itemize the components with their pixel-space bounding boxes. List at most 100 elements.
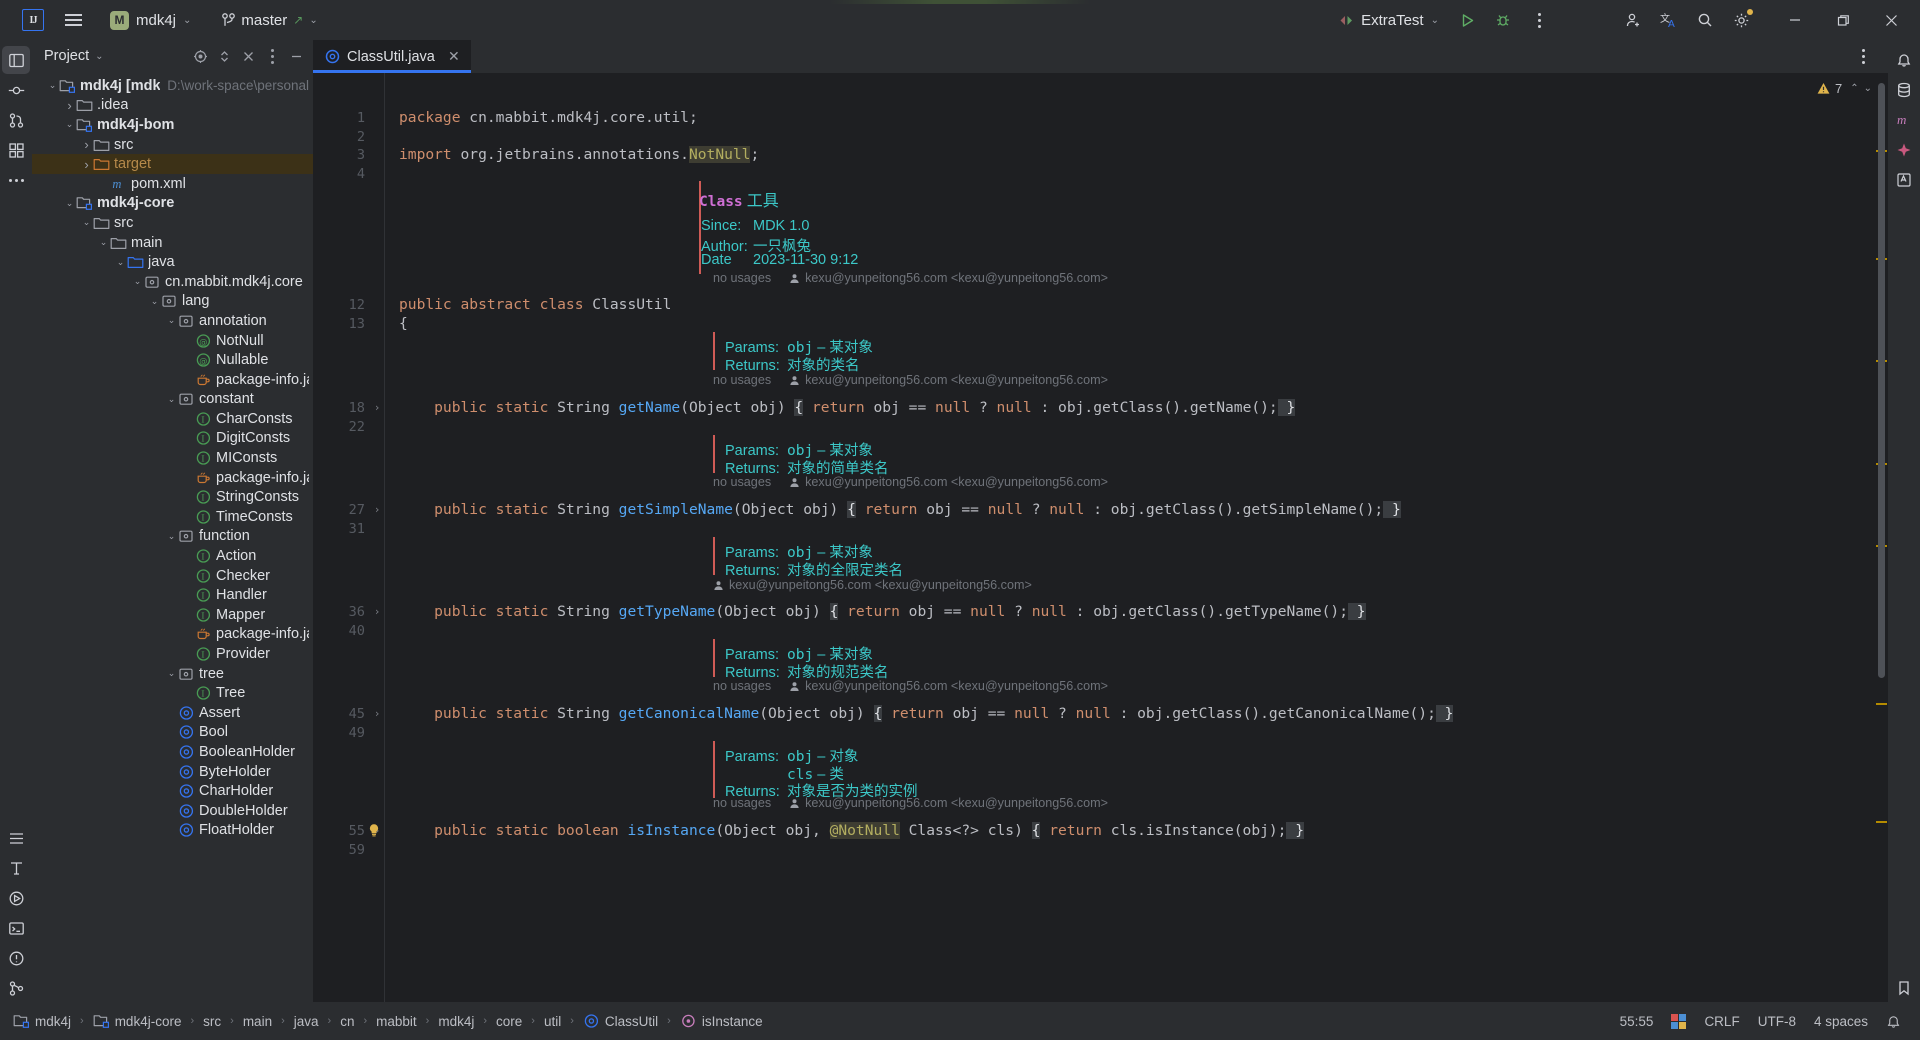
chevron-right-icon[interactable]: › bbox=[80, 138, 93, 151]
author-hint[interactable]: kexu@yunpeitong56.com <kexu@yunpeitong56… bbox=[805, 271, 1108, 285]
rail-problems-icon[interactable] bbox=[2, 944, 30, 972]
options-icon[interactable] bbox=[261, 45, 283, 67]
chevron-down-icon[interactable]: ⌄ bbox=[63, 198, 76, 209]
chevron-down-icon[interactable]: ⌄ bbox=[165, 394, 178, 405]
run-icon[interactable] bbox=[1450, 5, 1484, 35]
tree-item-charconsts[interactable]: I CharConsts bbox=[32, 409, 313, 429]
rail-pull-requests-icon[interactable] bbox=[2, 106, 30, 134]
tree-item-idea[interactable]: › .idea bbox=[32, 96, 313, 116]
line-separator[interactable]: CRLF bbox=[1695, 1009, 1748, 1034]
tree-item-pom-xml[interactable]: m pom.xml bbox=[32, 174, 313, 194]
tree-item-doubleholder[interactable]: DoubleHolder bbox=[32, 801, 313, 821]
code-line[interactable]: 4 bbox=[313, 164, 1888, 184]
settings-gear-icon[interactable] bbox=[1724, 5, 1758, 35]
inlay-hint[interactable]: no usages kexu@yunpeitong56.com <kexu@yun… bbox=[713, 271, 1108, 285]
tab-classutil-java[interactable]: ClassUtil.java ✕ bbox=[313, 40, 471, 73]
add-account-icon[interactable] bbox=[1616, 5, 1650, 35]
chevron-down-icon[interactable]: ⌄ bbox=[46, 80, 59, 91]
minimize-icon[interactable] bbox=[1772, 0, 1818, 40]
fold-chevron-icon[interactable]: › bbox=[371, 707, 383, 720]
code-line[interactable]: 2 bbox=[313, 127, 1888, 147]
editor-more-icon[interactable] bbox=[1846, 42, 1880, 72]
breadcrumb-item-cn[interactable]: cn bbox=[335, 1011, 359, 1032]
chevron-right-icon[interactable]: › bbox=[63, 99, 76, 112]
code-canvas[interactable]: 1 package cn.mabbit.mdk4j.core.util; 2 3 imp… bbox=[313, 73, 1888, 1002]
chevron-down-icon[interactable]: ⌄ bbox=[131, 276, 144, 287]
breadcrumb-item-mabbit[interactable]: mabbit bbox=[371, 1011, 422, 1032]
tree-item-assert[interactable]: Assert bbox=[32, 703, 313, 723]
tree-item-provider[interactable]: I Provider bbox=[32, 644, 313, 664]
rail-database-icon[interactable] bbox=[1890, 76, 1918, 104]
inspection-summary[interactable]: 7 ⌃ ⌄ bbox=[1817, 81, 1872, 96]
code-line[interactable]: 12 public abstract class ClassUtil bbox=[313, 295, 1888, 315]
tree-item-lang[interactable]: ⌄ lang bbox=[32, 292, 313, 312]
close-icon[interactable]: ✕ bbox=[446, 48, 462, 65]
code-line[interactable]: 27 › public static String getSimpleName(O… bbox=[313, 500, 1888, 520]
rail-structure-icon[interactable] bbox=[2, 136, 30, 164]
tree-item-handler[interactable]: I Handler bbox=[32, 585, 313, 605]
inspection-strip[interactable] bbox=[1874, 73, 1888, 1002]
author-hint[interactable]: kexu@yunpeitong56.com <kexu@yunpeitong56… bbox=[729, 578, 1032, 592]
code-line[interactable]: 36 › public static String getTypeName(Obj… bbox=[313, 602, 1888, 622]
rail-services-icon[interactable] bbox=[2, 884, 30, 912]
tree-item-digitconsts[interactable]: I DigitConsts bbox=[32, 429, 313, 449]
tree-item-package-info-java[interactable]: package-info.java bbox=[32, 468, 313, 488]
project-selector[interactable]: M mdk4j ⌄ bbox=[102, 8, 199, 33]
tree-item-notnull[interactable]: @ NotNull bbox=[32, 331, 313, 351]
tree-item-package-info-java[interactable]: package-info.java bbox=[32, 370, 313, 390]
indent-setting[interactable]: 4 spaces bbox=[1805, 1009, 1877, 1034]
tree-item-constant[interactable]: ⌄ constant bbox=[32, 390, 313, 410]
code-line[interactable]: 13 { bbox=[313, 314, 1888, 334]
rail-todo-icon[interactable] bbox=[2, 824, 30, 852]
usage-count-hint[interactable]: no usages bbox=[713, 373, 771, 387]
code-line[interactable]: 31 bbox=[313, 519, 1888, 539]
breadcrumb-item-classutil[interactable]: ClassUtil bbox=[578, 1010, 663, 1032]
bell-icon[interactable] bbox=[1877, 1009, 1910, 1034]
tree-item-mdk4j-mdk4j-parent[interactable]: ⌄ mdk4j [mdk4j-parent] D:\work-space\perso… bbox=[32, 76, 313, 96]
chevron-right-icon[interactable]: › bbox=[80, 158, 93, 171]
tree-item-floatholder[interactable]: FloatHolder bbox=[32, 821, 313, 841]
hide-panel-icon[interactable] bbox=[285, 45, 307, 67]
rail-ai-icon[interactable] bbox=[1890, 136, 1918, 164]
code-line[interactable]: 45 › public static String getCanonicalNam… bbox=[313, 704, 1888, 724]
vcs-branch-selector[interactable]: master ↗ ⌄ bbox=[213, 9, 325, 32]
maximize-icon[interactable] bbox=[1820, 0, 1866, 40]
chevron-down-icon[interactable]: ⌄ bbox=[165, 315, 178, 326]
fold-chevron-icon[interactable]: › bbox=[371, 503, 383, 516]
tree-item-nullable[interactable]: @ Nullable bbox=[32, 350, 313, 370]
rail-more-icon[interactable] bbox=[2, 166, 30, 194]
translate-icon[interactable]: 文A bbox=[1652, 5, 1686, 35]
tree-item-mdk4j-core[interactable]: ⌄ mdk4j-core bbox=[32, 194, 313, 214]
hamburger-menu-icon[interactable] bbox=[56, 5, 90, 35]
tree-item-charholder[interactable]: CharHolder bbox=[32, 781, 313, 801]
tree-item-miconsts[interactable]: I MIConsts bbox=[32, 448, 313, 468]
rail-translation-icon[interactable] bbox=[1890, 166, 1918, 194]
search-icon[interactable] bbox=[1688, 5, 1722, 35]
tree-item-cn-mabbit-mdk4j-core[interactable]: ⌄ cn.mabbit.mdk4j.core bbox=[32, 272, 313, 292]
code-line[interactable]: 22 bbox=[313, 417, 1888, 437]
debug-icon[interactable] bbox=[1486, 5, 1520, 35]
chevron-down-icon[interactable]: ⌄ bbox=[1864, 83, 1872, 94]
inlay-hint[interactable]: kexu@yunpeitong56.com <kexu@yunpeitong56… bbox=[713, 578, 1032, 592]
breadcrumb[interactable]: mdk4j › mdk4j-core › src › main › java › cn › mabbit… bbox=[0, 1002, 768, 1040]
inlay-hint[interactable]: no usages kexu@yunpeitong56.com <kexu@yun… bbox=[713, 373, 1108, 387]
tree-item-timeconsts[interactable]: I TimeConsts bbox=[32, 507, 313, 527]
tree-item-function[interactable]: ⌄ function bbox=[32, 527, 313, 547]
tree-item-annotation[interactable]: ⌄ annotation bbox=[32, 311, 313, 331]
fold-chevron-icon[interactable]: › bbox=[371, 401, 383, 414]
code-line[interactable]: 3 import org.jetbrains.annotations.NotNul… bbox=[313, 145, 1888, 165]
inspection-marker[interactable] bbox=[1876, 821, 1887, 823]
rail-notifications-icon[interactable] bbox=[1890, 46, 1918, 74]
breadcrumb-item-src[interactable]: src bbox=[198, 1011, 226, 1032]
tree-item-target[interactable]: › target bbox=[32, 154, 313, 174]
usage-count-hint[interactable]: no usages bbox=[713, 271, 771, 285]
code-line[interactable]: 40 bbox=[313, 621, 1888, 641]
rail-commit-icon[interactable] bbox=[2, 76, 30, 104]
breadcrumb-item-java[interactable]: java bbox=[289, 1011, 324, 1032]
tree-item-java[interactable]: ⌄ java bbox=[32, 252, 313, 272]
tree-item-mapper[interactable]: I Mapper bbox=[32, 605, 313, 625]
breadcrumb-item-main[interactable]: main bbox=[238, 1011, 277, 1032]
chevron-down-icon[interactable]: ⌄ bbox=[165, 668, 178, 679]
code-line[interactable]: 1 package cn.mabbit.mdk4j.core.util; bbox=[313, 108, 1888, 128]
tree-item-tree[interactable]: ⌄ tree bbox=[32, 664, 313, 684]
